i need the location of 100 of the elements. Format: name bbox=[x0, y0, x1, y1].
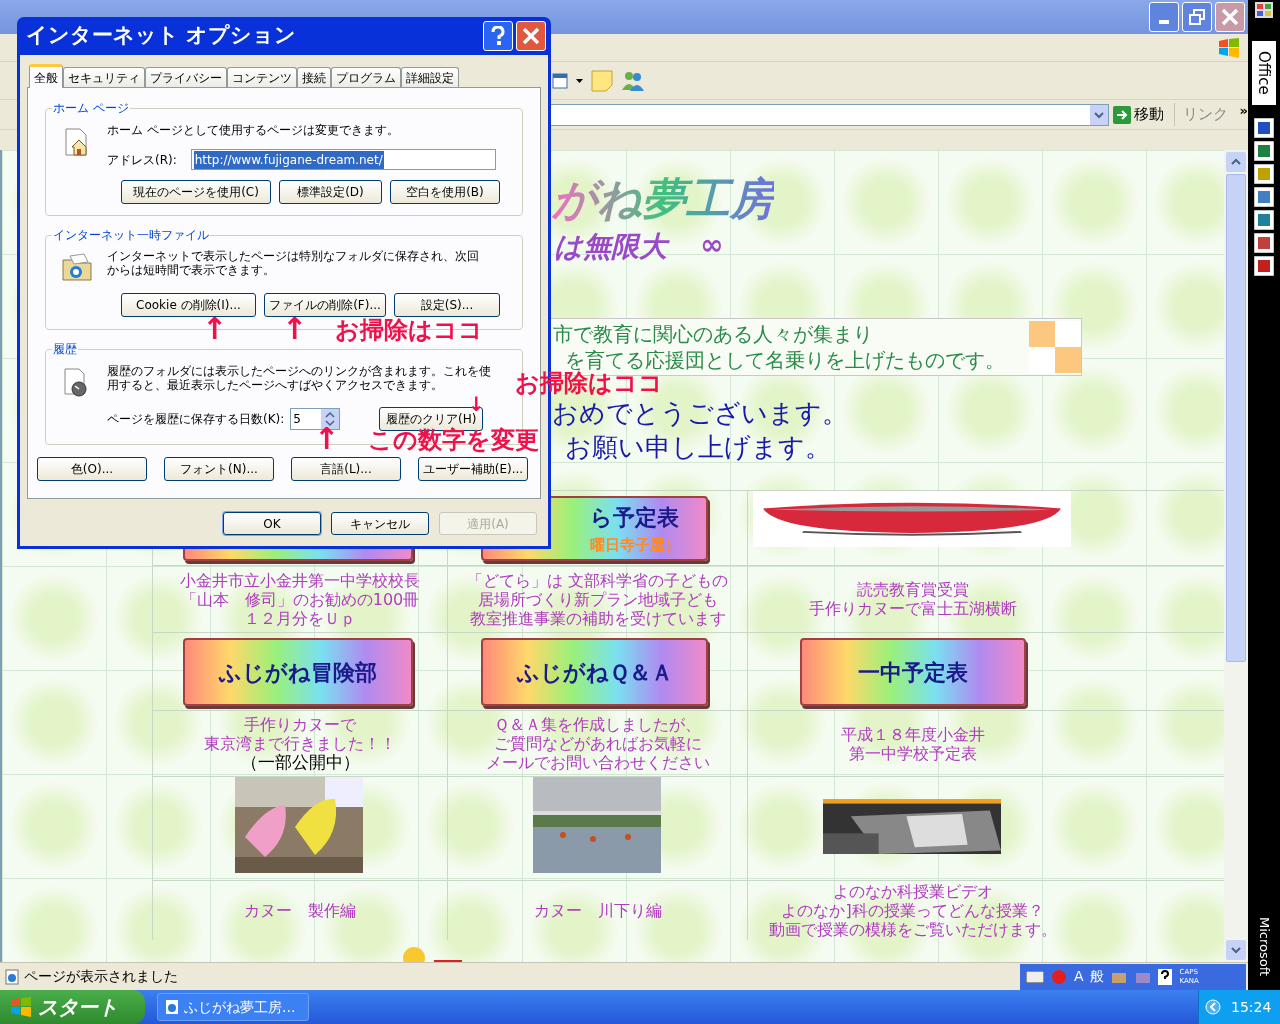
url-field[interactable] bbox=[550, 103, 1109, 126]
dialog-button[interactable]: 現在のページを使用(C) bbox=[121, 180, 271, 204]
dropdown-icon bbox=[1089, 104, 1108, 125]
annotation-text: この数字を変更 bbox=[368, 428, 539, 452]
windows-flag-icon bbox=[10, 997, 32, 1017]
close-button[interactable] bbox=[1215, 2, 1245, 32]
close-icon bbox=[1221, 8, 1239, 26]
ball-icon bbox=[1050, 968, 1068, 985]
caption-text: 平成１８年度小金井 第一中学校予定表 bbox=[840, 724, 985, 763]
days-value: 5 bbox=[292, 410, 302, 428]
address-value: http://www.fujigane-dream.net/ bbox=[193, 150, 384, 169]
intro-text: 市で教育に関心のある人々が集まり を育てる応援団として名乗りを上げたものです。 bbox=[553, 321, 1006, 372]
start-button[interactable]: スタート bbox=[0, 990, 145, 1024]
annotation-text: お掃除はココ bbox=[335, 318, 483, 342]
scrollbar[interactable] bbox=[1224, 150, 1248, 962]
close-button[interactable] bbox=[516, 21, 546, 51]
go-button[interactable]: 移動 bbox=[1112, 103, 1164, 126]
spinner-arrows-icon bbox=[321, 408, 340, 429]
status-text: ページが表示されました bbox=[24, 967, 179, 986]
caption-text: よのなか科授業ビデオ よのなか]科の授業ってどんな授業？ 動画で授業の模様をご覧いただけます。 bbox=[768, 882, 1057, 939]
calendar-icon bbox=[552, 71, 568, 90]
page-icon bbox=[4, 968, 20, 985]
dialog-title: インターネット オプション bbox=[26, 22, 298, 50]
more-chevron[interactable]: » bbox=[1239, 104, 1248, 117]
dialog-button[interactable]: ファイルの削除(F)... bbox=[264, 293, 386, 317]
history-icon bbox=[62, 367, 90, 397]
dialog-button[interactable]: Cookie の削除(I)... bbox=[121, 293, 256, 317]
tab[interactable]: セキュリティ bbox=[63, 67, 145, 87]
tab[interactable]: コンテンツ bbox=[227, 67, 297, 87]
scroll-down-icon bbox=[1226, 940, 1246, 960]
rainbow-button[interactable]: ふじがね冒険部 bbox=[183, 638, 413, 706]
caret-icon bbox=[576, 78, 583, 83]
description-text: 履歴のフォルダには表示したページへのリンクが含まれます。これを使 用すると、最近表示したページへすばやくアクセスできます。 bbox=[107, 364, 491, 392]
help-button[interactable] bbox=[483, 21, 513, 51]
dialog-button[interactable]: 設定(S)... bbox=[394, 293, 500, 317]
note-text: （一部公開中） bbox=[240, 753, 360, 772]
arrow-right-icon bbox=[1112, 105, 1131, 124]
close-icon bbox=[522, 27, 540, 45]
caption-text: カヌー 製作編 bbox=[244, 901, 356, 920]
page-icon bbox=[164, 999, 180, 1015]
clock: 15:24 bbox=[1231, 997, 1272, 1017]
days-label: ページを履歴に保存する日数(K): bbox=[107, 410, 285, 428]
app-icon[interactable] bbox=[1254, 210, 1274, 230]
dialog-button[interactable]: 標準設定(D) bbox=[279, 180, 382, 204]
address-field[interactable]: http://www.fujigane-dream.net/ bbox=[190, 149, 496, 170]
taskbar-button[interactable]: ふじがね夢工房... bbox=[157, 993, 309, 1021]
tab[interactable]: プログラム bbox=[331, 67, 401, 87]
dialog-button[interactable]: 色(O)... bbox=[37, 457, 147, 481]
caption-text: カヌー 川下り編 bbox=[533, 901, 662, 920]
maximize-button[interactable] bbox=[1182, 2, 1212, 32]
caption-text: 小金井市立小金井第一中学校校長 「山本 修司」のお勧めの100冊 １２月分をＵｐ bbox=[180, 570, 420, 628]
dialog-button[interactable]: ユーザー補助(E)... bbox=[418, 457, 528, 481]
description-text: インターネットで表示したページは特別なフォルダに保存され、次回 からは短時間で表示できます。 bbox=[107, 249, 479, 277]
ime-kanji[interactable]: 般 bbox=[1089, 966, 1104, 987]
annotation-text: ↑ bbox=[282, 314, 308, 344]
tab[interactable]: プライバシー bbox=[145, 67, 227, 87]
app-icon[interactable] bbox=[1254, 187, 1274, 207]
group-legend: インターネット一時ファイル bbox=[52, 227, 210, 243]
office-logo-icon bbox=[1255, 2, 1273, 18]
windows-flag-icon bbox=[1218, 38, 1240, 58]
minimize-button[interactable] bbox=[1149, 2, 1179, 32]
caption-text: 「どてら」は 文部科学省の子どもの 居場所づくり新プラン地域子ども 教室推進事業の補助を受けています bbox=[466, 570, 729, 628]
app-icon[interactable] bbox=[1254, 141, 1274, 161]
caption-text: Ｑ＆Ａ集を作成しましたが、 ご質問などがあればお気軽に メールでお問い合わせください bbox=[485, 715, 710, 772]
group-legend: ホーム ページ bbox=[52, 100, 130, 116]
tab[interactable]: 接続 bbox=[297, 67, 331, 87]
caption-text: 手作りカヌーで 東京湾まで行きました！！ bbox=[204, 715, 396, 753]
app-icon[interactable] bbox=[1254, 118, 1274, 138]
address-label: アドレス(R): bbox=[107, 151, 177, 169]
ime-mode[interactable]: A bbox=[1074, 966, 1084, 987]
dialog-button[interactable]: フォント(N)... bbox=[164, 457, 274, 481]
dialog-button[interactable]: 空白を使用(B) bbox=[390, 180, 500, 204]
office-title[interactable]: Office bbox=[1252, 41, 1276, 105]
restore-icon bbox=[1189, 9, 1205, 25]
tab[interactable]: 全般 bbox=[29, 64, 63, 88]
app-icon[interactable] bbox=[1254, 233, 1274, 253]
minimize-icon bbox=[1159, 20, 1169, 24]
people-icon bbox=[621, 69, 645, 92]
chevron-left-icon bbox=[1205, 999, 1221, 1015]
description-text: ホーム ページとして使用するページは変更できます。 bbox=[107, 123, 399, 137]
folder-icon bbox=[60, 252, 94, 282]
help-icon bbox=[1157, 968, 1172, 985]
rainbow-button[interactable]: 一中予定表 bbox=[800, 638, 1026, 706]
tab[interactable]: 詳細設定 bbox=[401, 67, 459, 87]
rainbow-button[interactable]: ふじがねＱ＆Ａ bbox=[481, 638, 708, 706]
scroll-up-icon bbox=[1226, 152, 1246, 172]
dialog-button[interactable]: 言語(L)... bbox=[291, 457, 401, 481]
group-legend: 履歴 bbox=[52, 341, 78, 357]
dialog-button[interactable]: OK bbox=[223, 512, 321, 535]
office-footer: Microsoft bbox=[1254, 916, 1274, 976]
dialog-button[interactable]: キャンセル bbox=[331, 512, 429, 535]
app-icon[interactable] bbox=[1254, 256, 1274, 276]
keyboard-icon bbox=[1026, 970, 1044, 983]
caption-text: 読売教育賞受賞 手作りカヌーで富士五湖横断 bbox=[808, 580, 1017, 618]
smiley-icon bbox=[402, 946, 426, 962]
scroll-thumb[interactable] bbox=[1226, 174, 1246, 662]
note-icon bbox=[591, 69, 613, 92]
annotation-text: ↑ bbox=[202, 314, 228, 344]
greeting-text: おめでとうございます。 お願い申し上げます。 bbox=[552, 397, 848, 464]
help-icon bbox=[491, 26, 505, 46]
